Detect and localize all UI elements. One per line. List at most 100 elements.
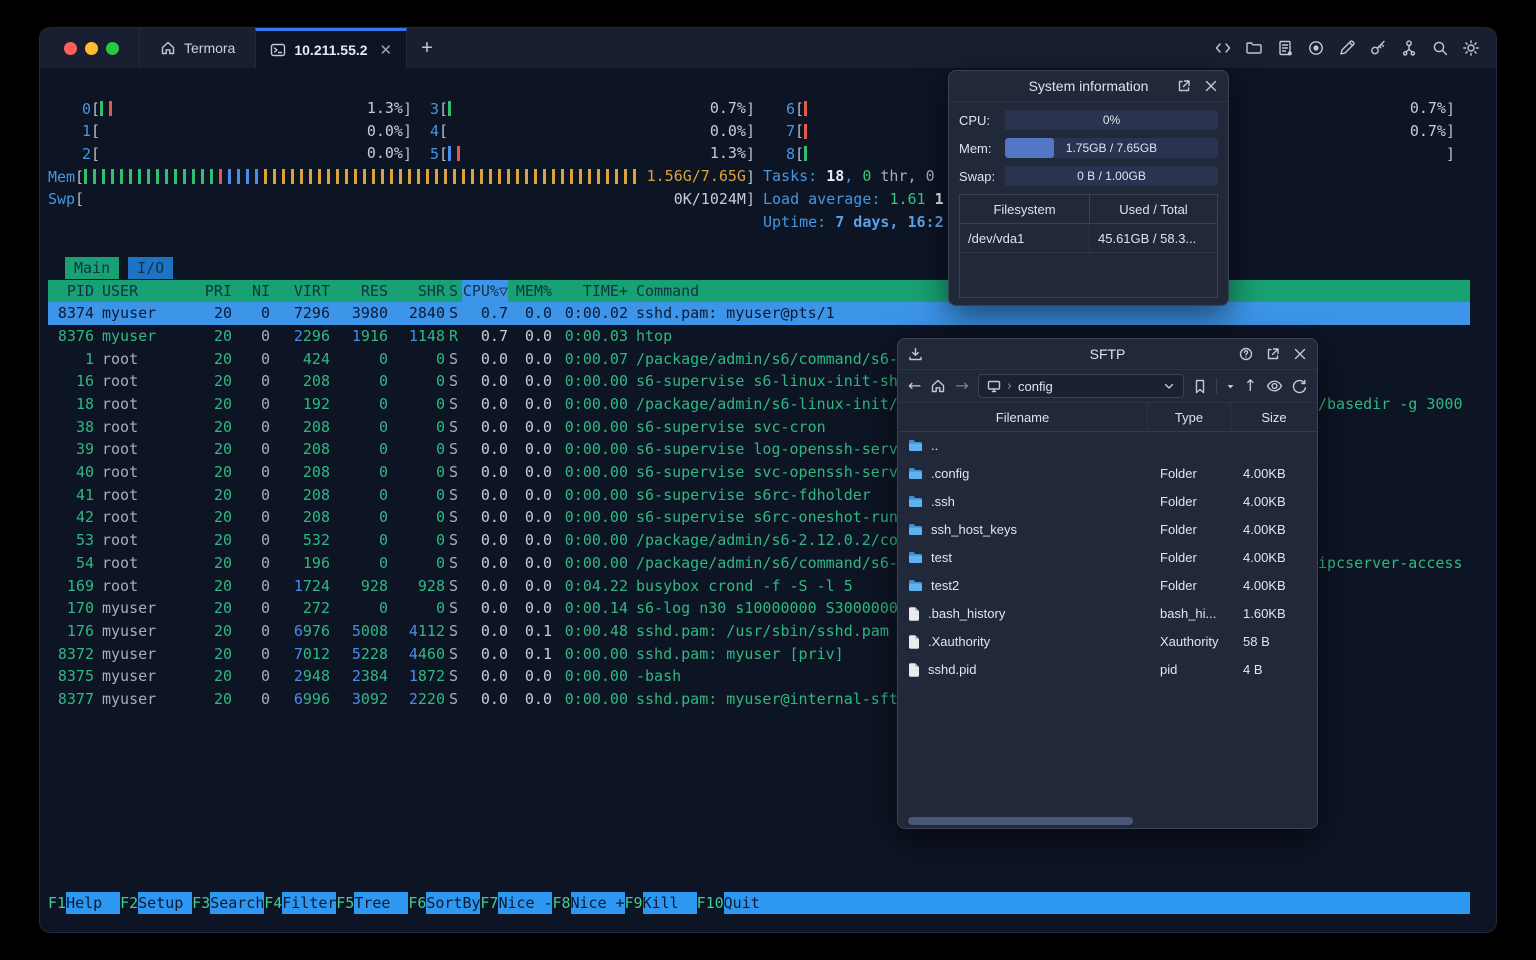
fkey-label-f8[interactable]: Nice + [570, 892, 625, 914]
tab-close-icon[interactable]: ✕ [380, 41, 393, 59]
file-row[interactable]: .ssh Folder 4.00KB [898, 488, 1317, 516]
new-tab-button[interactable]: + [407, 28, 447, 68]
close-window-button[interactable] [64, 41, 77, 55]
htop-tab-io[interactable]: I/O [128, 257, 174, 279]
fkey-f5[interactable]: F5 [336, 892, 354, 914]
process-row[interactable]: 8374 myuser 20 0 7296 3980 2840 S 0.7 0.0 0:00.02 s… [48, 302, 1470, 325]
fkey-f7[interactable]: F7 [480, 892, 498, 914]
column-header-S[interactable]: S [445, 280, 462, 303]
log-icon[interactable] [1276, 39, 1294, 57]
swap-meter-label: Swp [48, 190, 76, 209]
search-icon[interactable] [1431, 39, 1449, 57]
path-breadcrumb[interactable]: › config [977, 374, 1184, 398]
file-row[interactable]: .bash_history bash_hi... 1.60KB [898, 600, 1317, 628]
fkey-label-f3[interactable]: Search [210, 892, 264, 914]
sysinfo-meter-bar: 0% [1005, 110, 1218, 130]
file-type-cell [1148, 432, 1231, 459]
filesystem-column-header: Filesystem [960, 195, 1090, 223]
fkey-label-f10[interactable]: Quit [723, 892, 1470, 914]
settings-gear-icon[interactable] [1462, 39, 1480, 57]
tasks-line: Tasks: 18, 0 thr, 0 [763, 167, 935, 186]
edit-icon[interactable] [1338, 39, 1356, 57]
fkey-label-f9[interactable]: Kill [642, 892, 697, 914]
htop-tab-main[interactable]: Main [65, 257, 120, 279]
file-row[interactable]: test2 Folder 4.00KB [898, 572, 1317, 600]
bookmark-icon[interactable] [1193, 379, 1207, 394]
file-row[interactable]: sshd.pid pid 4 B [898, 656, 1317, 684]
help-icon[interactable] [1239, 347, 1253, 361]
tab-home[interactable]: Termora [139, 28, 255, 68]
file-row[interactable]: .. [898, 432, 1317, 460]
fkey-f10[interactable]: F10 [697, 892, 724, 914]
fkey-label-f7[interactable]: Nice - [498, 892, 553, 914]
column-header-NI[interactable]: NI [232, 280, 270, 303]
fkey-label-f5[interactable]: Tree [354, 892, 409, 914]
cpu-meter-bars: 0.0% [448, 121, 746, 142]
column-header-TIME+[interactable]: TIME+ [552, 280, 628, 303]
show-hidden-eye-icon[interactable] [1266, 379, 1283, 393]
tab-session[interactable]: 10.211.55.2 ✕ [255, 28, 408, 68]
fkey-label-f6[interactable]: SortBy [426, 892, 481, 914]
titlebar-toolbar [1214, 28, 1480, 68]
column-header-VIRT[interactable]: VIRT [270, 280, 330, 303]
open-in-window-icon[interactable] [1266, 347, 1280, 361]
column-header-PRI[interactable]: PRI [190, 280, 232, 303]
sysinfo-meter-row: CPU: 0% [959, 110, 1218, 130]
horizontal-scrollbar-thumb[interactable] [908, 817, 1133, 825]
meter-bar [804, 101, 808, 116]
fkey-f6[interactable]: F6 [408, 892, 426, 914]
cpu-meter-5: 5[1.3%] [412, 143, 755, 164]
fkey-f9[interactable]: F9 [625, 892, 643, 914]
fkey-f4[interactable]: F4 [264, 892, 282, 914]
size-column-header[interactable]: Size [1231, 403, 1317, 431]
column-header-PID[interactable]: PID [48, 280, 94, 303]
filesystem-row[interactable]: /dev/vda1 45.61GB / 58.3... [960, 224, 1217, 253]
meter-bar [84, 169, 88, 185]
maximize-window-button[interactable] [106, 41, 119, 55]
meter-bar [543, 169, 547, 185]
record-icon[interactable] [1307, 39, 1325, 57]
minimize-window-button[interactable] [85, 41, 98, 55]
system-information-title-bar[interactable]: System information [949, 71, 1228, 102]
meter-bar [100, 101, 104, 116]
back-arrow-icon[interactable]: ← [908, 378, 921, 394]
file-row[interactable]: test Folder 4.00KB [898, 544, 1317, 572]
close-icon[interactable] [1204, 79, 1218, 93]
close-icon[interactable] [1293, 347, 1307, 361]
file-row[interactable]: ssh_host_keys Folder 4.00KB [898, 516, 1317, 544]
column-header-RES[interactable]: RES [330, 280, 388, 303]
open-in-window-icon[interactable] [1177, 79, 1191, 93]
filename-column-header[interactable]: Filename [898, 403, 1148, 431]
code-icon[interactable] [1214, 39, 1232, 57]
meter-bar [363, 169, 367, 185]
home-icon[interactable] [930, 378, 946, 394]
folder-icon [909, 524, 922, 535]
chevron-down-icon[interactable] [1163, 380, 1175, 392]
sftp-title-bar[interactable]: SFTP [898, 339, 1317, 370]
type-column-header[interactable]: Type [1148, 403, 1231, 431]
fkey-f8[interactable]: F8 [552, 892, 570, 914]
column-header-MEM%[interactable]: MEM% [508, 280, 552, 303]
fkey-f3[interactable]: F3 [192, 892, 210, 914]
transfers-download-icon[interactable] [908, 347, 923, 362]
file-name-cell: test [898, 544, 1148, 571]
folder-icon [909, 580, 922, 591]
fkey-label-f2[interactable]: Setup [138, 892, 193, 914]
fkey-label-f1[interactable]: Help [66, 892, 121, 914]
keychain-icon[interactable] [1400, 39, 1418, 57]
meter-bar [246, 169, 250, 185]
file-row[interactable]: .Xauthority Xauthority 58 B [898, 628, 1317, 656]
fkey-f1[interactable]: F1 [48, 892, 66, 914]
column-header-CPU%[interactable]: CPU%▽ [462, 279, 508, 303]
key-icon[interactable] [1369, 39, 1387, 57]
column-header-SHR[interactable]: SHR [388, 280, 445, 303]
forward-arrow-icon[interactable]: → [955, 378, 968, 394]
up-directory-icon[interactable]: ↑ [1244, 378, 1257, 394]
refresh-icon[interactable] [1292, 379, 1307, 394]
folder-icon[interactable] [1245, 39, 1263, 57]
bookmark-dropdown-icon[interactable] [1226, 382, 1235, 391]
file-row[interactable]: .config Folder 4.00KB [898, 460, 1317, 488]
column-header-USER[interactable]: USER [94, 280, 190, 303]
fkey-label-f4[interactable]: Filter [282, 892, 336, 914]
fkey-f2[interactable]: F2 [120, 892, 138, 914]
